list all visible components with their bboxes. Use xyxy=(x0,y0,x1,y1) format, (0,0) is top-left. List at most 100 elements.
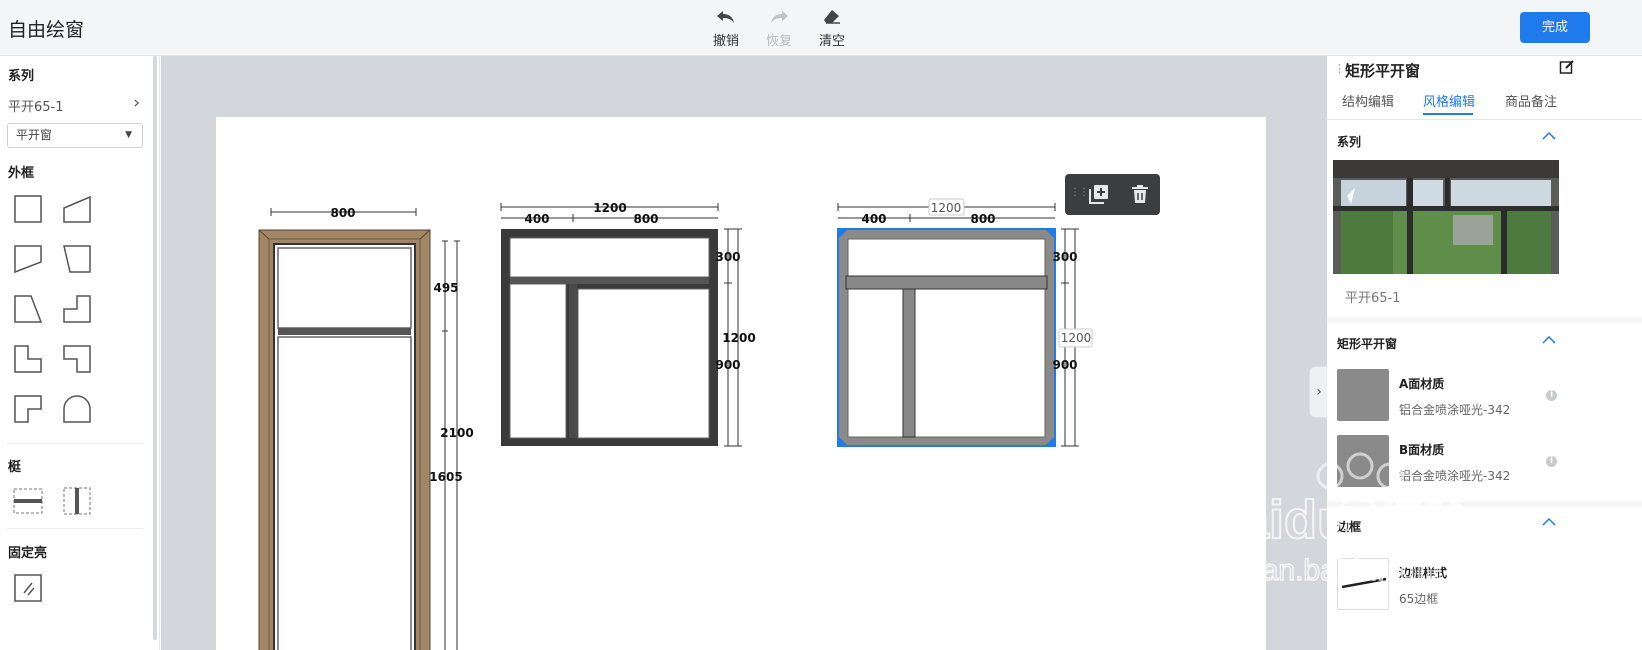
series-value: 平开65-1 xyxy=(8,100,64,115)
panel-collapse-toggle[interactable]: › xyxy=(1309,366,1328,418)
series-title: 系列 xyxy=(8,69,35,84)
notch-top-right-shape-icon xyxy=(14,345,42,373)
shape-rectangle-button[interactable] xyxy=(11,192,45,226)
chevron-up-icon[interactable] xyxy=(1541,334,1557,346)
done-button[interactable]: 完成 xyxy=(1520,12,1590,43)
eraser-icon xyxy=(810,8,854,30)
right-panel: ⋮⋮ 矩形平开窗 结构编辑 风格编辑 商品备注 系列 平开65-1 矩形平开窗 … xyxy=(1327,56,1642,650)
info-icon[interactable]: i xyxy=(1546,390,1557,401)
caret-down-icon: ▼ xyxy=(125,130,132,140)
window-a-bottom-height-label: 900 xyxy=(715,358,740,372)
clear-label: 清空 xyxy=(818,34,845,49)
shape-slant-top-button[interactable] xyxy=(60,192,94,226)
window-type-select[interactable]: 平开窗 ▼ xyxy=(7,123,143,148)
shape-left-diagonal-button[interactable] xyxy=(11,292,45,326)
tab-structure-edit[interactable]: 结构编辑 xyxy=(1342,91,1394,110)
vertical-mullion-icon xyxy=(63,487,91,515)
window-a-drawing[interactable]: 1200 400 800 300 1200 900 xyxy=(500,201,756,447)
series-selector[interactable]: 平开65-1 › xyxy=(8,93,140,115)
undo-button[interactable]: 撤销 xyxy=(704,8,748,49)
frame-style-name: 边框样式 xyxy=(1399,566,1448,580)
window-b-bottom-height-label: 900 xyxy=(1052,358,1077,372)
copy-add-icon[interactable] xyxy=(1087,182,1111,206)
window-b-left-width-label: 400 xyxy=(861,212,886,226)
shape-trapezoid-button[interactable] xyxy=(60,242,94,276)
window-section-title: 矩形平开窗 xyxy=(1337,337,1398,351)
frame-card: 边框 边框样式 65边框 xyxy=(1327,506,1642,650)
right-panel-title: 矩形平开窗 xyxy=(1345,62,1421,80)
material-b-swatch xyxy=(1337,435,1389,487)
door-drawing[interactable]: 800 495 2100 1605 xyxy=(258,206,474,650)
redo-button[interactable]: 恢复 xyxy=(757,8,801,49)
material-a-name: A面材质 xyxy=(1399,377,1445,391)
redo-label: 恢复 xyxy=(765,34,792,49)
left-divider-2 xyxy=(7,528,143,529)
shape-notch-top-right-button[interactable] xyxy=(11,342,45,376)
shape-notch-bottom-left-button[interactable] xyxy=(60,342,94,376)
left-panel: 系列 平开65-1 › 平开窗 ▼ 外框 梃 固定亮 xyxy=(0,56,160,650)
tab-style-edit[interactable]: 风格编辑 xyxy=(1423,91,1475,110)
top-bar: 自由绘窗 撤销 恢复 清空 完成 xyxy=(0,0,1642,56)
fixed-pane-button[interactable] xyxy=(11,571,45,605)
frame-section-title: 边框 xyxy=(1337,520,1362,534)
material-b-name: B面材质 xyxy=(1399,443,1445,457)
left-panel-scrollbar[interactable] xyxy=(153,56,157,640)
tab-product-notes[interactable]: 商品备注 xyxy=(1505,91,1557,110)
material-b-row[interactable]: B面材质 铝合金喷涂哑光-342 xyxy=(1337,435,1553,489)
app-title: 自由绘窗 xyxy=(8,19,85,41)
horizontal-mullion-icon xyxy=(13,488,43,514)
door-bottom-height-label: 1605 xyxy=(429,470,462,484)
window-b-total-height-label: 1200 xyxy=(1061,331,1092,345)
outer-frame-title: 外框 xyxy=(8,166,35,181)
left-divider-1 xyxy=(7,443,143,444)
window-a-top-height-label: 300 xyxy=(715,250,740,264)
window-a-left-width-label: 400 xyxy=(524,212,549,226)
drawing-canvas[interactable]: 800 495 2100 1605 1200 400 800 300 1200 … xyxy=(161,56,1327,650)
redo-icon xyxy=(757,8,801,30)
shape-arch-button[interactable] xyxy=(60,392,94,426)
material-a-swatch xyxy=(1337,369,1389,421)
window-material-card: 矩形平开窗 A面材质 铝合金喷涂哑光-342 i B面材质 铝合金喷涂哑光-34… xyxy=(1327,322,1642,502)
fixed-pane-icon xyxy=(14,574,42,602)
window-type-value: 平开窗 xyxy=(16,128,53,142)
undo-label: 撤销 xyxy=(712,34,739,49)
step-shape-icon xyxy=(63,295,91,323)
frame-style-row[interactable]: 边框样式 65边框 xyxy=(1337,558,1553,612)
door-width-label: 800 xyxy=(330,206,355,220)
series-card: 系列 平开65-1 xyxy=(1327,120,1642,318)
series-card-title: 系列 xyxy=(1337,135,1362,149)
right-panel-header: ⋮⋮ 矩形平开窗 结构编辑 风格编辑 商品备注 xyxy=(1327,56,1642,120)
trapezoid-shape-icon xyxy=(63,245,91,273)
info-icon[interactable]: i xyxy=(1546,456,1557,467)
window-a-total-width-label: 1200 xyxy=(593,201,626,215)
shape-slant-right-button[interactable] xyxy=(11,242,45,276)
window-b-right-width-label: 800 xyxy=(970,212,995,226)
horizontal-mullion-button[interactable] xyxy=(11,484,45,518)
vertical-mullion-button[interactable] xyxy=(60,484,94,518)
drag-handle-icon[interactable]: ⋮⋮ xyxy=(1070,187,1089,198)
series-photo[interactable] xyxy=(1333,160,1559,274)
window-b-total-width-label: 1200 xyxy=(931,201,962,215)
door-top-height-label: 495 xyxy=(433,281,458,295)
chevron-up-icon[interactable] xyxy=(1541,516,1557,528)
chevron-up-icon[interactable] xyxy=(1541,130,1557,142)
selection-toolbar: ⋮⋮ xyxy=(1065,174,1160,215)
rectangle-shape-icon xyxy=(14,195,42,223)
material-a-row[interactable]: A面材质 铝合金喷涂哑光-342 xyxy=(1337,369,1553,423)
door-total-height-label: 2100 xyxy=(440,426,473,440)
shape-notch-bottom-right-button[interactable] xyxy=(11,392,45,426)
clear-button[interactable]: 清空 xyxy=(810,8,854,49)
trash-icon[interactable] xyxy=(1128,182,1152,206)
window-a-right-width-label: 800 xyxy=(633,212,658,226)
frame-style-swatch xyxy=(1337,558,1389,610)
edit-icon[interactable] xyxy=(1559,59,1575,79)
mullion-title: 梃 xyxy=(8,460,22,475)
chevron-right-icon: › xyxy=(1316,384,1322,400)
undo-icon xyxy=(704,8,748,30)
window-b-drawing[interactable]: 1200 400 800 300 1200 900 xyxy=(837,198,1093,447)
left-diagonal-shape-icon xyxy=(14,295,43,323)
series-photo-caption: 平开65-1 xyxy=(1345,291,1401,306)
notch-bottom-left-shape-icon xyxy=(63,345,91,373)
shape-step-button[interactable] xyxy=(60,292,94,326)
notch-bottom-right-shape-icon xyxy=(14,395,42,423)
